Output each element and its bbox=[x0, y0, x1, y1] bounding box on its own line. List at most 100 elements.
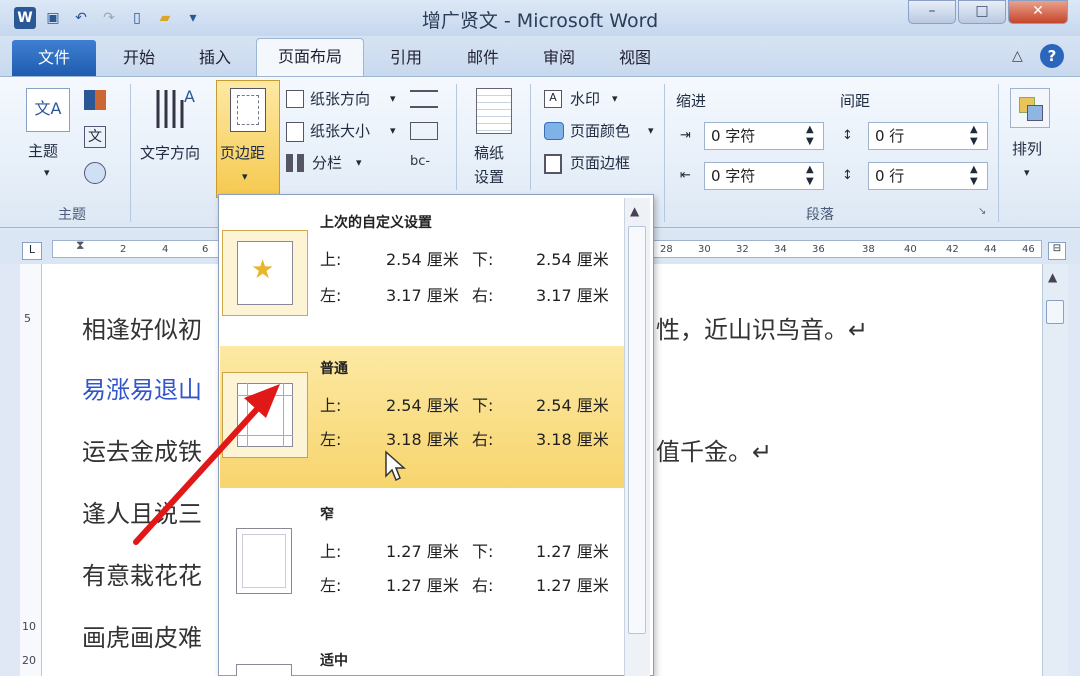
page-color-dropdown-icon[interactable]: ▾ bbox=[648, 124, 654, 137]
arrange-button[interactable]: 排列 bbox=[1012, 138, 1042, 159]
ruler-number: 36 bbox=[812, 244, 825, 255]
maximize-button[interactable]: □ bbox=[958, 0, 1006, 24]
indent-label: 缩进 bbox=[676, 92, 707, 110]
page-size-button[interactable]: 纸张大小 bbox=[310, 120, 370, 141]
theme-fonts-icon[interactable]: 文 bbox=[84, 126, 106, 148]
minimize-button[interactable]: – bbox=[908, 0, 956, 24]
manuscript-button-line1[interactable]: 稿纸 bbox=[474, 142, 504, 163]
page-size-icon[interactable] bbox=[286, 122, 304, 142]
left-ruler-number: 10 bbox=[22, 620, 36, 633]
left-ruler-number: 5 bbox=[24, 312, 31, 325]
margin-left-label: 左: bbox=[320, 576, 342, 595]
margins-icon[interactable] bbox=[230, 88, 266, 132]
ruler-number: 34 bbox=[774, 244, 787, 255]
page-color-button[interactable]: 页面颜色 bbox=[570, 120, 630, 141]
margins-button[interactable]: 页边距 bbox=[220, 142, 265, 163]
hyphenation-icon[interactable]: bc- bbox=[410, 154, 430, 169]
indent-marker-icon[interactable]: ⧗ bbox=[76, 238, 84, 253]
document-scrollbar[interactable] bbox=[1042, 264, 1068, 676]
line-numbers-icon[interactable] bbox=[410, 122, 438, 140]
text-direction-button[interactable]: 文字方向 bbox=[140, 142, 200, 163]
margin-top-value: 2.54 厘米 bbox=[386, 250, 459, 269]
moderate-thumbnail bbox=[236, 664, 292, 676]
margin-left-label: 左: bbox=[320, 430, 342, 449]
group-separator bbox=[998, 84, 999, 222]
margin-top-value: 1.27 厘米 bbox=[386, 542, 459, 561]
margin-right-value: 3.17 厘米 bbox=[536, 286, 609, 305]
mouse-cursor-icon bbox=[384, 450, 406, 482]
tab-file[interactable]: 文件 bbox=[12, 40, 96, 76]
arrange-icon[interactable] bbox=[1010, 88, 1050, 128]
margin-bottom-value: 2.54 厘米 bbox=[536, 396, 609, 415]
doc-line-5: 有意栽花花 bbox=[82, 562, 202, 590]
star-icon: ★ bbox=[251, 255, 275, 285]
help-icon[interactable]: ? bbox=[1040, 44, 1064, 68]
margin-top-label: 上: bbox=[320, 396, 342, 415]
watermark-icon[interactable]: A bbox=[544, 90, 562, 108]
doc-line-6: 画虎画皮难 bbox=[82, 624, 202, 652]
manuscript-paper-icon[interactable] bbox=[476, 88, 512, 134]
columns-dropdown-icon[interactable]: ▾ bbox=[356, 156, 362, 169]
margin-left-value: 1.27 厘米 bbox=[386, 576, 459, 595]
tab-selector-icon[interactable]: L bbox=[22, 242, 42, 260]
text-direction-icon[interactable]: A bbox=[152, 86, 198, 132]
group-separator bbox=[456, 84, 457, 190]
watermark-dropdown-icon[interactable]: ▾ bbox=[612, 92, 618, 105]
spacing-label: 间距 bbox=[840, 92, 871, 110]
ruler-number: 4 bbox=[162, 244, 169, 255]
spacing-after-spinner-icon[interactable]: ▲ ▼ bbox=[970, 164, 978, 188]
menu-scroll-up-icon[interactable]: ▲ bbox=[630, 204, 639, 218]
close-button[interactable]: ✕ bbox=[1008, 0, 1068, 24]
ruler-number: 42 bbox=[946, 244, 959, 255]
ribbon-minimize-icon[interactable]: △ bbox=[1012, 48, 1023, 64]
tab-insert[interactable]: 插入 bbox=[184, 40, 246, 76]
breaks-icon[interactable] bbox=[410, 90, 438, 108]
arrange-dropdown-icon[interactable]: ▾ bbox=[1024, 166, 1030, 179]
margins-dropdown-icon[interactable]: ▾ bbox=[242, 170, 248, 183]
columns-button[interactable]: 分栏 bbox=[312, 152, 342, 173]
scrollbar-thumb[interactable] bbox=[1046, 300, 1064, 324]
margin-option-title: 窄 bbox=[320, 507, 334, 523]
page-border-button[interactable]: 页面边框 bbox=[570, 152, 630, 173]
scroll-up-icon[interactable]: ▲ bbox=[1048, 270, 1057, 284]
page-color-icon[interactable] bbox=[544, 122, 564, 140]
spacing-before-spinner-icon[interactable]: ▲ ▼ bbox=[970, 124, 978, 148]
ruler-number: 2 bbox=[120, 244, 127, 255]
tab-page-layout[interactable]: 页面布局 bbox=[256, 38, 364, 78]
spacing-before-icon: ↕ bbox=[842, 128, 853, 143]
orientation-button[interactable]: 纸张方向 bbox=[310, 88, 370, 109]
spacing-after-icon: ↕ bbox=[842, 168, 853, 183]
vertical-ruler[interactable] bbox=[20, 264, 42, 676]
margin-right-value: 1.27 厘米 bbox=[536, 576, 609, 595]
menu-scrollbar-thumb[interactable] bbox=[628, 226, 646, 634]
page-border-icon[interactable] bbox=[544, 154, 562, 174]
paragraph-group-label: 段落 bbox=[806, 207, 834, 223]
margin-bottom-label: 下: bbox=[472, 250, 494, 269]
group-separator bbox=[530, 84, 531, 190]
theme-effects-icon[interactable] bbox=[84, 162, 106, 184]
themes-icon[interactable]: 文A bbox=[26, 88, 70, 132]
theme-colors-icon[interactable] bbox=[84, 90, 106, 110]
page-size-dropdown-icon[interactable]: ▾ bbox=[390, 124, 396, 137]
themes-dropdown-icon[interactable]: ▾ bbox=[44, 166, 50, 179]
margin-bottom-value: 2.54 厘米 bbox=[536, 250, 609, 269]
columns-icon[interactable] bbox=[286, 154, 304, 172]
tab-review[interactable]: 审阅 bbox=[528, 40, 590, 76]
themes-button[interactable]: 主题 bbox=[28, 140, 58, 161]
window-controls: – □ ✕ bbox=[908, 0, 1068, 24]
view-ruler-icon[interactable]: ⊟ bbox=[1048, 242, 1066, 260]
margin-left-value: 3.18 厘米 bbox=[386, 430, 459, 449]
orientation-dropdown-icon[interactable]: ▾ bbox=[390, 92, 396, 105]
doc-line-3-tail: 值千金。↵ bbox=[656, 438, 773, 466]
paragraph-dialog-launcher-icon[interactable]: ↘ bbox=[978, 206, 986, 217]
indent-right-spinner-icon[interactable]: ▲ ▼ bbox=[806, 164, 814, 188]
tab-references[interactable]: 引用 bbox=[376, 40, 436, 76]
tab-mailings[interactable]: 邮件 bbox=[452, 40, 514, 76]
tab-view[interactable]: 视图 bbox=[604, 40, 666, 76]
manuscript-button-line2[interactable]: 设置 bbox=[474, 166, 504, 187]
orientation-icon[interactable] bbox=[286, 90, 304, 108]
indent-left-spinner-icon[interactable]: ▲ ▼ bbox=[806, 124, 814, 148]
tab-home[interactable]: 开始 bbox=[108, 40, 170, 76]
watermark-button[interactable]: 水印 bbox=[570, 88, 600, 109]
ruler-number: 38 bbox=[862, 244, 875, 255]
